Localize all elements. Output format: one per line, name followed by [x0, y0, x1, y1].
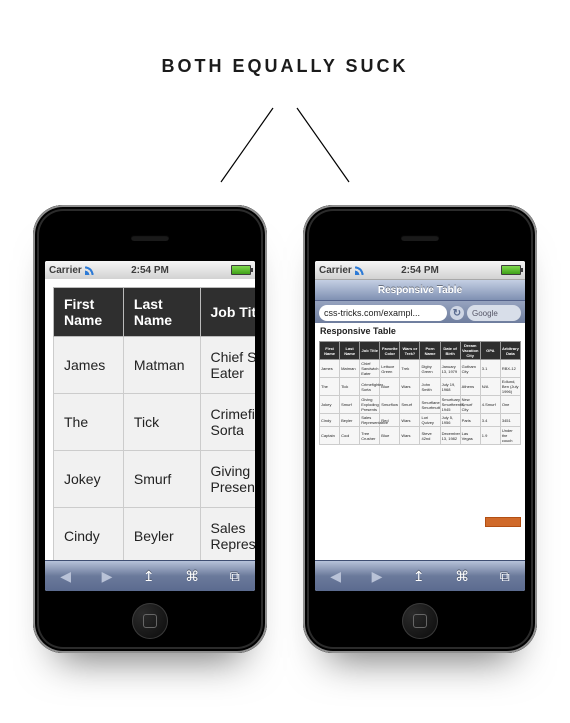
- forward-icon[interactable]: ▶: [372, 568, 383, 585]
- back-icon[interactable]: ◀: [60, 568, 71, 585]
- reload-icon[interactable]: ↻: [450, 306, 464, 320]
- safari-toolbar: ◀ ▶ ↥ ⌘ ⧉: [45, 560, 255, 591]
- share-icon[interactable]: ↥: [413, 568, 425, 585]
- clipped-data-table: First NameLast NameJob Title JamesMatman…: [53, 287, 255, 561]
- share-icon[interactable]: ↥: [143, 568, 155, 585]
- pages-icon[interactable]: ⧉: [500, 568, 510, 585]
- webview-left[interactable]: First NameLast NameJob Title JamesMatman…: [45, 279, 255, 561]
- url-field[interactable]: css-tricks.com/exampl...: [319, 305, 447, 321]
- status-time: 2:54 PM: [45, 265, 255, 276]
- safari-toolbar: ◀ ▶ ↥ ⌘ ⧉: [315, 560, 525, 591]
- back-icon[interactable]: ◀: [330, 568, 341, 585]
- ios-status-bar: Carrier 2:54 PM: [315, 261, 525, 280]
- phone-left: Carrier 2:54 PM First NameLast NameJob T…: [33, 205, 267, 653]
- headline-text: BOTH EQUALLY SUCK: [0, 56, 570, 77]
- forward-icon[interactable]: ▶: [102, 568, 113, 585]
- search-field[interactable]: Google: [467, 305, 521, 321]
- page-title: Responsive Table: [315, 323, 525, 339]
- ios-status-bar: Carrier 2:54 PM: [45, 261, 255, 280]
- battery-icon: [231, 265, 251, 275]
- zoomed-out-data-table: First NameLast NameJob TitleFavorite Col…: [319, 341, 521, 445]
- safari-title-bar: Responsive Table: [315, 280, 525, 301]
- pages-icon[interactable]: ⧉: [230, 568, 240, 585]
- earpiece: [401, 235, 439, 241]
- battery-icon: [501, 265, 521, 275]
- phone-right: Carrier 2:54 PM Responsive Table css-tri…: [303, 205, 537, 653]
- split-arrows: [0, 100, 570, 210]
- status-time: 2:54 PM: [315, 265, 525, 276]
- webview-right[interactable]: Responsive Table First NameLast NameJob …: [315, 323, 525, 561]
- earpiece: [131, 235, 169, 241]
- home-button[interactable]: [132, 603, 168, 639]
- orange-badge: [485, 517, 521, 527]
- bookmarks-icon[interactable]: ⌘: [185, 568, 199, 585]
- home-button[interactable]: [402, 603, 438, 639]
- bookmarks-icon[interactable]: ⌘: [455, 568, 469, 585]
